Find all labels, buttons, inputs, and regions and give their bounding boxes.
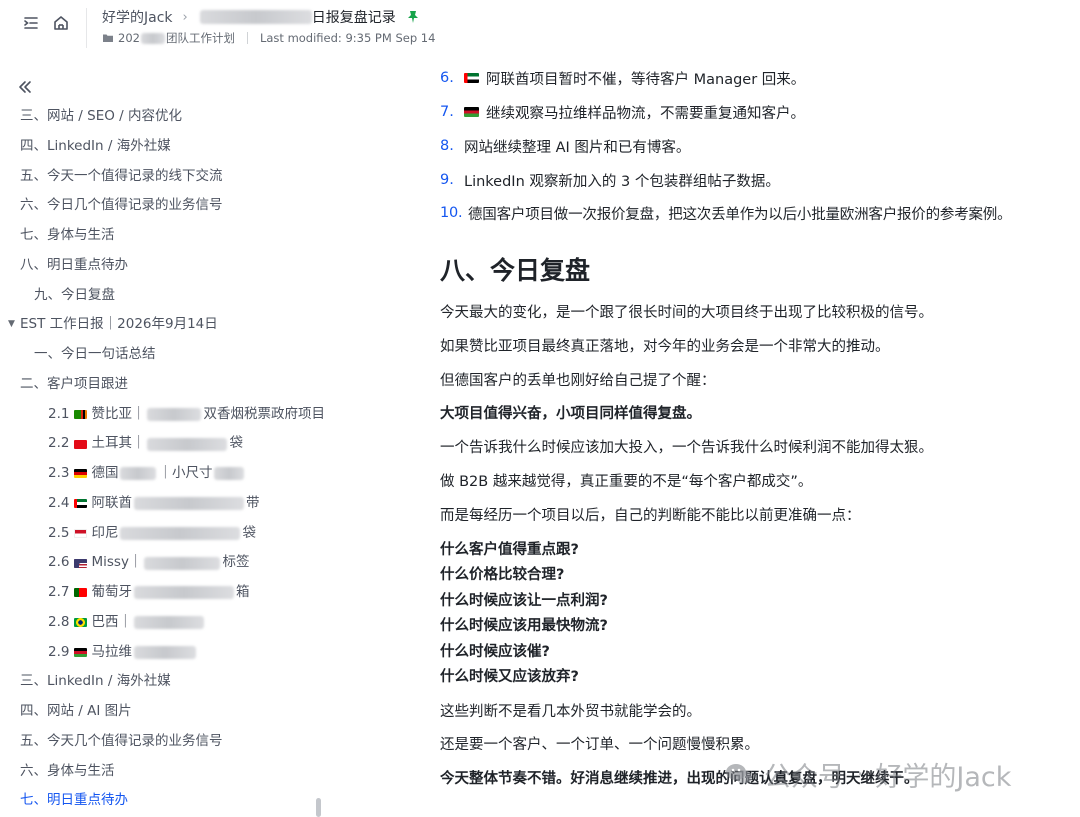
outline-item-expanded[interactable]: ▼ EST 工作日报｜2026年9月14日 — [0, 310, 330, 340]
question-line: 什么时候应该让一点利润? — [440, 593, 608, 609]
usa-flag-icon — [74, 558, 88, 568]
redacted-text — [120, 526, 241, 540]
question-line: 什么时候又应该放弃? — [440, 669, 579, 685]
outline-item[interactable]: 三、网站 / SEO / 内容优化 — [0, 102, 330, 132]
outline-sidebar: 三、网站 / SEO / 内容优化 四、LinkedIn / 海外社媒 五、今天… — [0, 56, 330, 817]
last-modified: Last modified: 9:35 PM Sep 14 — [259, 31, 436, 45]
zambia-flag-icon — [74, 409, 88, 419]
header-divider — [86, 8, 87, 48]
outline-item[interactable]: 二、客户项目跟进 — [0, 370, 330, 400]
redacted-text — [133, 645, 196, 659]
doc-body: 6. 阿联酋项目暂时不催，等待客户 Manager 回来。 7. 继续观察马拉维… — [440, 56, 1080, 817]
watermark-left: 公众号 — [764, 761, 845, 793]
paragraph: 而是每经历一个项目以后，自己的判断能不能比以前更准确一点： — [440, 508, 861, 524]
paragraph: 做 B2B 越来越觉得，真正重要的不是“每个客户都成交”。 — [440, 474, 813, 490]
pin-icon[interactable] — [406, 10, 420, 24]
redacted-text — [120, 467, 157, 481]
redacted-text — [133, 586, 234, 600]
scrollbar-thumb[interactable] — [316, 798, 321, 817]
outline-subitem[interactable]: 2.7 葡萄牙箱 — [0, 578, 330, 608]
folder-icon — [102, 32, 114, 44]
ordered-list-item: 8. 网站继续整理 AI 图片和已有博客。 — [440, 138, 691, 156]
outline-toggle-icon[interactable] — [22, 14, 40, 32]
meta-divider — [246, 32, 248, 44]
portugal-flag-icon — [74, 588, 88, 598]
outline-item[interactable]: 四、LinkedIn / 海外社媒 — [0, 132, 330, 162]
wechat-icon — [724, 759, 754, 789]
doc-meta: 202 团队工作计划 Last modified: 9:35 PM Sep 14 — [102, 30, 435, 46]
breadcrumb-parent[interactable]: 好学的Jack — [102, 7, 173, 27]
outline-item[interactable]: 五、今天一个值得记录的线下交流 — [0, 162, 330, 192]
paragraph: 还是要一个客户、一个订单、一个问题慢慢积累。 — [440, 737, 759, 753]
question-line: 什么时候应该催? — [440, 644, 550, 660]
doc-title-suffix: 日报复盘记录 — [311, 10, 396, 26]
outline-item-active[interactable]: 七、明日重点待办 — [0, 786, 330, 816]
redacted-text — [140, 32, 165, 44]
paragraph: 但德国客户的丢单也刚好给自己提了个醒： — [440, 373, 716, 389]
redacted-text — [147, 437, 228, 451]
watermark: 公众号 · 好学的Jack — [724, 756, 1012, 793]
outline-item[interactable]: 六、身体与生活 — [0, 757, 330, 787]
watermark-separator: · — [857, 762, 864, 786]
outline-item[interactable]: 六、今日几个值得记录的业务信号 — [0, 191, 330, 221]
paragraph: 今天最大的变化，是一个跟了很长时间的大项目终于出现了比较积极的信号。 — [440, 305, 933, 321]
redacted-text — [133, 616, 204, 630]
outline-subitem[interactable]: 2.1 赞比亚｜ 双香烟税票政府项目 — [0, 400, 330, 430]
ordered-list-item: 10. 德国客户项目做一次报价复盘，把这次丢单作为以后小批量欧洲客户报价的参考案… — [440, 205, 1012, 223]
outline-subitem[interactable]: 2.9 马拉维 — [0, 638, 330, 668]
ordered-list-item: 6. 阿联酋项目暂时不催，等待客户 Manager 回来。 — [440, 70, 806, 88]
turkey-flag-icon — [74, 439, 88, 449]
outline-subitem[interactable]: 2.5 印尼袋 — [0, 519, 330, 549]
folder-prefix[interactable]: 202 — [118, 31, 140, 45]
germany-flag-icon — [74, 469, 88, 479]
outline-item[interactable]: 五、今天几个值得记录的业务信号 — [0, 727, 330, 757]
redacted-text — [144, 556, 221, 570]
question-line: 什么客户值得重点跟? — [440, 542, 579, 558]
outline-subitem[interactable]: 2.6 Missy｜ 标签 — [0, 548, 330, 578]
paragraph: 这些判断不是看几本外贸书就能学会的。 — [440, 704, 701, 720]
paragraph: 一个告诉我什么时候应该加大投入，一个告诉我什么时候利润不能加得太狠。 — [440, 440, 933, 456]
outline-item[interactable]: 一、今日一句话总结 — [0, 340, 330, 370]
indonesia-flag-icon — [74, 528, 88, 538]
malawi-flag-icon — [464, 107, 479, 117]
outline-list: 三、网站 / SEO / 内容优化 四、LinkedIn / 海外社媒 五、今天… — [0, 102, 330, 816]
question-line: 什么时候应该用最快物流? — [440, 618, 608, 634]
watermark-right: 好学的Jack — [875, 761, 1012, 793]
caret-down-icon[interactable]: ▼ — [8, 310, 20, 340]
paragraph: 如果赞比亚项目最终真正落地，对今年的业务会是一个非常大的推动。 — [440, 339, 890, 355]
outline-subitem[interactable]: 2.8 巴西｜ — [0, 608, 330, 638]
redacted-text — [133, 497, 244, 511]
malawi-flag-icon — [74, 647, 88, 657]
breadcrumb: 好学的Jack › 日报复盘记录 — [102, 7, 420, 27]
folder-suffix[interactable]: 团队工作计划 — [166, 30, 235, 46]
doc-header: 好学的Jack › 日报复盘记录 202 团队工作计划 Last modifie… — [0, 0, 1080, 56]
outline-item[interactable]: 四、网站 / AI 图片 — [0, 697, 330, 727]
outline-item[interactable]: 三、LinkedIn / 海外社媒 — [0, 667, 330, 697]
collapse-sidebar-icon[interactable] — [16, 78, 34, 96]
ordered-list-item: 9. LinkedIn 观察新加入的 3 个包装群组帖子数据。 — [440, 172, 780, 190]
question-line: 什么价格比较合理? — [440, 567, 565, 583]
outline-item[interactable]: 七、身体与生活 — [0, 221, 330, 251]
paragraph-bold: 大项目值得兴奋，小项目同样值得复盘。 — [440, 406, 701, 422]
outline-subitem[interactable]: 2.3 德国 ｜小尺寸 — [0, 459, 330, 489]
outline-subitem[interactable]: 2.2 土耳其｜袋 — [0, 429, 330, 459]
outline-subitem[interactable]: 2.4 阿联酋带 — [0, 489, 330, 519]
outline-item[interactable]: 九、今日复盘 — [0, 281, 330, 311]
redacted-text — [214, 467, 245, 481]
redacted-text — [199, 10, 312, 24]
chevron-right-icon: › — [182, 9, 188, 25]
brazil-flag-icon — [74, 618, 88, 628]
outline-item[interactable]: 八、明日重点待办 — [0, 251, 330, 281]
uae-flag-icon — [464, 73, 479, 83]
doc-title: 日报复盘记录 — [199, 7, 396, 27]
section-heading: 八、今日复盘 — [440, 256, 591, 285]
ordered-list-item: 7. 继续观察马拉维样品物流，不需要重复通知客户。 — [440, 104, 805, 122]
uae-flag-icon — [74, 499, 88, 509]
home-icon[interactable] — [52, 14, 70, 32]
redacted-text — [147, 407, 202, 421]
